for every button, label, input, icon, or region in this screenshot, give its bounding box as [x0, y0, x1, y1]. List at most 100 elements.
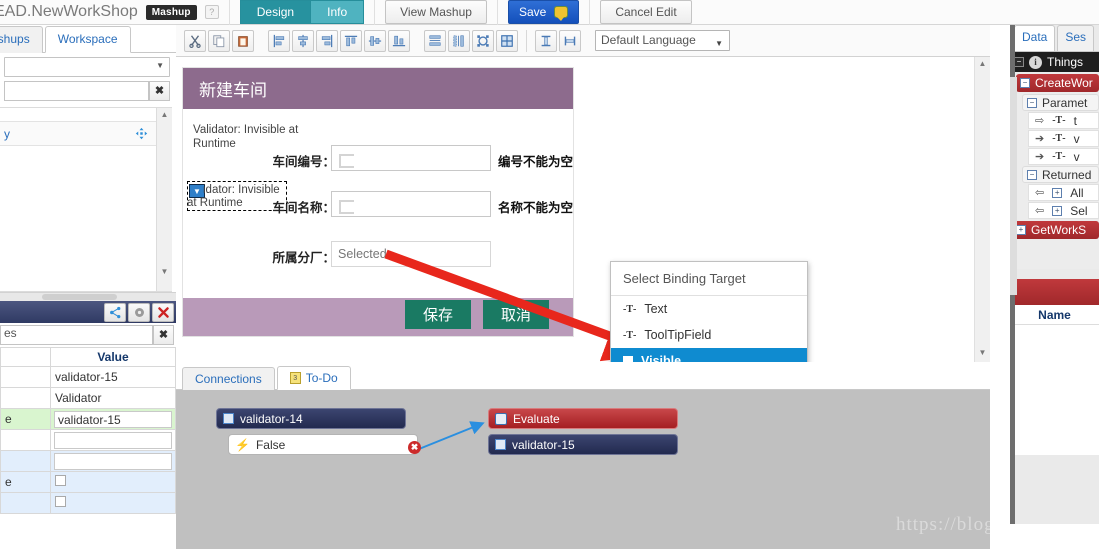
language-select[interactable]: Default Language — [595, 30, 730, 53]
cell-value[interactable]: validator-15 — [50, 408, 176, 430]
node-validator-14[interactable]: validator-14 — [216, 408, 406, 429]
distribute-vertical-icon[interactable] — [424, 29, 446, 52]
tree-node-param-2[interactable]: ➔ ‑T‑ v — [1028, 148, 1099, 165]
value-input[interactable] — [54, 452, 172, 470]
entity-filter-select[interactable] — [4, 57, 170, 77]
cell-value[interactable] — [50, 492, 176, 514]
align-center-h-icon[interactable] — [292, 29, 314, 52]
tree-node-param-0[interactable]: ⇨ ‑T‑ t — [1028, 112, 1099, 129]
horizontal-scroll-thumb[interactable] — [42, 294, 117, 300]
value-input[interactable]: validator-15 — [54, 410, 172, 428]
fit-height-icon[interactable] — [535, 29, 557, 52]
tree-node-things[interactable]: − i Things — [1010, 52, 1099, 72]
canvas-scroll-track[interactable] — [975, 71, 990, 346]
tree-node-returned[interactable]: − Returned — [1022, 166, 1099, 183]
scroll-up-icon[interactable]: ▲ — [157, 108, 172, 122]
canvas-scroll-up-icon[interactable]: ▲ — [975, 57, 990, 71]
grid-body[interactable] — [1010, 325, 1099, 455]
cancel-edit-button[interactable]: Cancel Edit — [600, 0, 692, 24]
tab-mashups[interactable]: Mashups — [0, 26, 43, 53]
cell-value[interactable] — [50, 471, 176, 493]
collapse-icon[interactable]: − — [1027, 97, 1037, 108]
cell-value[interactable] — [50, 450, 176, 472]
tab-info[interactable]: Info — [311, 0, 365, 24]
tab-todo[interactable]: 3 To-Do — [276, 366, 351, 390]
scroll-down-icon[interactable]: ▼ — [157, 265, 172, 279]
widget-panel[interactable]: 新建车间 Validator: Invisible at Runtime 车间编… — [182, 67, 574, 337]
delete-icon[interactable] — [152, 302, 174, 322]
canvas-scrollbar[interactable]: ▲ ▼ — [974, 57, 990, 362]
clear-search-icon[interactable]: ✖ — [149, 81, 170, 101]
view-mashup-button[interactable]: View Mashup — [385, 0, 487, 24]
save-button[interactable]: Save — [507, 0, 580, 24]
distribute-horizontal-icon[interactable] — [448, 29, 470, 52]
tab-design[interactable]: Design — [239, 0, 312, 24]
tab-session[interactable]: Ses — [1057, 25, 1095, 51]
align-middle-v-icon[interactable] — [364, 29, 386, 52]
properties-clear-icon[interactable]: ✖ — [153, 325, 174, 345]
node-validator-15[interactable]: validator-15 — [488, 434, 678, 455]
fit-width-icon[interactable] — [559, 29, 581, 52]
tab-workspace[interactable]: Workspace — [44, 26, 131, 53]
table-row[interactable] — [0, 492, 176, 514]
table-row[interactable]: validator-15 — [0, 366, 176, 388]
list-scrollbar[interactable]: ▲ ▼ — [156, 108, 172, 291]
popup-item-text[interactable]: ‑T‑ Text — [611, 296, 807, 322]
mashup-canvas[interactable]: 新建车间 Validator: Invisible at Runtime 车间编… — [176, 57, 974, 362]
value-checkbox[interactable] — [55, 475, 66, 486]
expand-icon[interactable]: + — [1016, 225, 1026, 235]
tree-node-createworkshop[interactable]: − CreateWor — [1016, 74, 1099, 92]
scroll-track[interactable] — [157, 122, 172, 265]
binding-target-popup[interactable]: Select Binding Target ‑T‑ Text ‑T‑ ToolT… — [610, 261, 808, 362]
tree-node-getworkshop[interactable]: + GetWorkS — [1012, 221, 1099, 239]
error-badge[interactable]: ✖ — [408, 441, 421, 454]
node-evaluate[interactable]: Evaluate — [488, 408, 678, 429]
canvas-scroll-down-icon[interactable]: ▼ — [975, 346, 990, 360]
data-tree[interactable]: − i Things − CreateWor − Paramet ⇨ ‑T‑ t… — [1010, 51, 1099, 269]
grid-icon[interactable] — [496, 29, 518, 52]
move-icon[interactable] — [135, 127, 148, 140]
same-size-icon[interactable] — [472, 29, 494, 52]
tab-connections[interactable]: Connections — [182, 367, 275, 390]
tree-node-all-data[interactable]: ⇦ + All — [1028, 184, 1099, 201]
properties-search-input[interactable]: es — [0, 325, 153, 345]
field-input-1[interactable] — [331, 191, 491, 217]
cut-icon[interactable] — [184, 29, 206, 52]
tab-data[interactable]: Data — [1014, 25, 1056, 51]
paste-icon[interactable] — [232, 29, 254, 52]
help-icon[interactable]: ? — [204, 5, 219, 19]
form-cancel-button[interactable]: 取消 — [483, 300, 550, 329]
tree-node-parameters[interactable]: − Paramet — [1022, 94, 1099, 111]
collapse-icon[interactable]: − — [1020, 78, 1030, 88]
node-false[interactable]: ⚡ False — [228, 434, 418, 455]
align-left-icon[interactable] — [268, 29, 290, 52]
tree-node-param-1[interactable]: ➔ ‑T‑ v — [1028, 130, 1099, 147]
collapse-icon[interactable]: − — [1027, 169, 1037, 180]
tree-node-selected-rows[interactable]: ⇦ + Sel — [1028, 202, 1099, 219]
expand-icon[interactable]: + — [1052, 187, 1063, 198]
share-icon[interactable] — [104, 302, 126, 322]
list-item[interactable]: y — [0, 122, 172, 146]
table-row[interactable] — [0, 450, 176, 472]
field-input-2[interactable]: Selected — [331, 241, 491, 267]
align-bottom-icon[interactable] — [388, 29, 410, 52]
table-row[interactable]: e — [0, 471, 176, 493]
popup-item-visible[interactable]: Visible — [611, 348, 807, 362]
horizontal-scrollbar[interactable] — [0, 292, 176, 301]
todo-diagram[interactable]: validator-14 ⚡ False ✖ Evaluate validato… — [176, 390, 990, 549]
table-row[interactable] — [0, 429, 176, 451]
gear-icon[interactable] — [128, 302, 150, 322]
cell-value[interactable] — [50, 429, 176, 451]
search-input[interactable] — [4, 81, 149, 101]
table-row[interactable]: e validator-15 — [0, 408, 176, 430]
field-input-0[interactable] — [331, 145, 491, 171]
tree-scrollbar[interactable] — [1010, 77, 1017, 295]
popup-item-tooltipfield[interactable]: ‑T‑ ToolTipField — [611, 322, 807, 348]
expand-icon[interactable]: + — [1052, 205, 1063, 216]
table-row[interactable]: Validator — [0, 387, 176, 409]
collapse-icon[interactable]: − — [1014, 57, 1024, 67]
copy-icon[interactable] — [208, 29, 230, 52]
align-right-icon[interactable] — [316, 29, 338, 52]
value-checkbox[interactable] — [55, 496, 66, 507]
align-top-icon[interactable] — [340, 29, 362, 52]
